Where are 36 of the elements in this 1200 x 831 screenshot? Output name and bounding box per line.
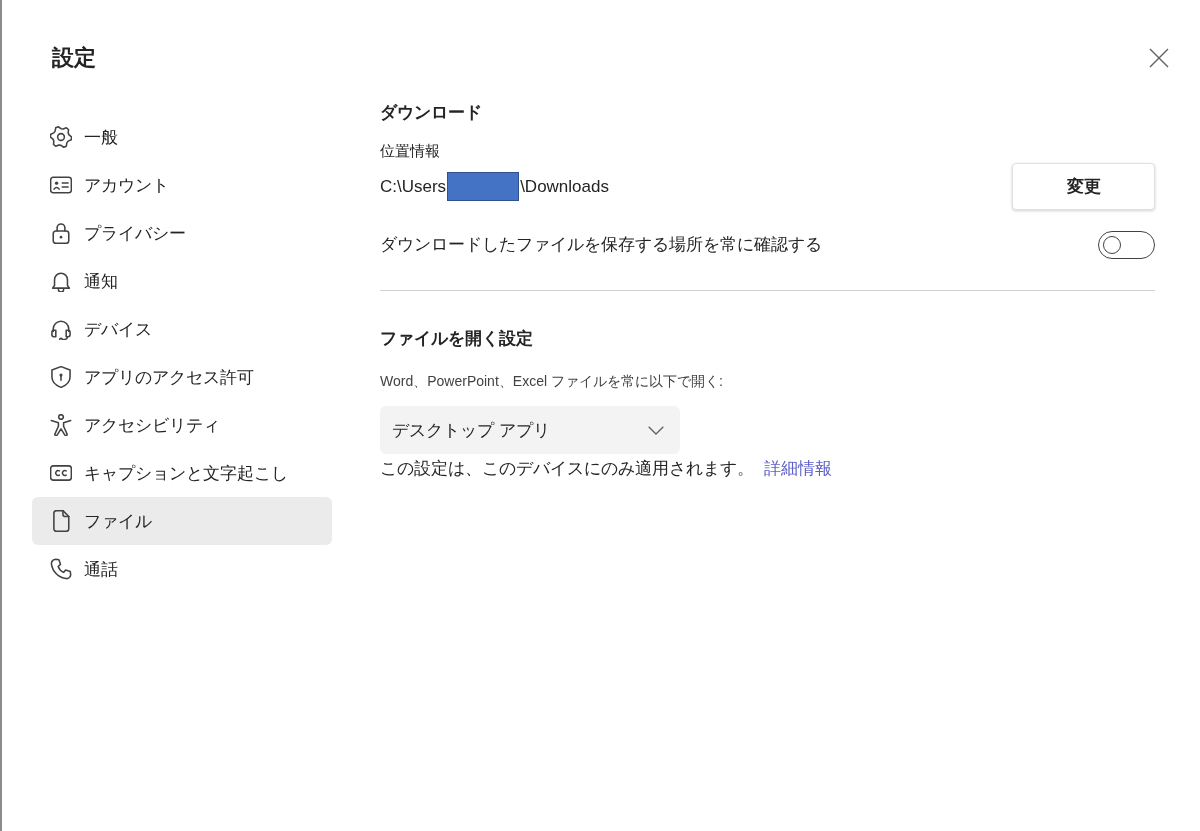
chevron-down-icon — [648, 425, 664, 435]
sidebar-item[interactable]: ファイル — [32, 497, 332, 545]
path-text: C:\Users — [380, 176, 447, 197]
sidebar-item[interactable]: アクセシビリティ — [32, 401, 332, 449]
accessibility-icon — [50, 414, 72, 436]
path-text: \Downloads — [520, 176, 609, 197]
contact-card-icon — [50, 174, 72, 196]
sidebar-item[interactable]: プライバシー — [32, 209, 332, 257]
sidebar-item[interactable]: アカウント — [32, 161, 332, 209]
location-label: 位置情報 — [380, 141, 440, 161]
close-icon — [1149, 48, 1169, 68]
open-with-label: Word、PowerPoint、Excel ファイルを常に以下で開く: — [380, 372, 723, 391]
sidebar-item[interactable]: デバイス — [32, 305, 332, 353]
sidebar-item[interactable]: 一般 — [32, 113, 332, 161]
section-heading: ダウンロード — [380, 102, 482, 124]
document-icon — [50, 510, 72, 532]
toggle-label: ダウンロードしたファイルを保存する場所を常に確認する — [380, 234, 822, 256]
closed-captions-icon — [50, 462, 72, 484]
toggle-switch[interactable] — [1098, 231, 1155, 259]
shield-icon — [50, 366, 72, 388]
dialog-title: 設定 — [52, 44, 96, 72]
device-note: この設定は、このデバイスにのみ適用されます。 — [380, 458, 754, 480]
sidebar-item[interactable]: 通話 — [32, 545, 332, 593]
section-heading: ファイルを開く設定 — [380, 328, 533, 350]
learn-more-link[interactable]: 詳細情報 — [764, 457, 832, 481]
lock-icon — [50, 222, 72, 244]
gear-icon — [50, 126, 72, 148]
app-dropdown[interactable]: デスクトップ アプリ — [380, 406, 680, 454]
headset-icon — [50, 318, 72, 340]
sidebar-item[interactable]: 通知 — [32, 257, 332, 305]
bell-icon — [50, 270, 72, 292]
phone-icon — [50, 558, 72, 580]
change-button[interactable]: 変更 — [1012, 163, 1155, 210]
sidebar-item[interactable]: アプリのアクセス許可 — [32, 353, 332, 401]
close-button[interactable] — [1149, 48, 1169, 68]
sidebar-item[interactable]: キャプションと文字起こし — [32, 449, 332, 497]
